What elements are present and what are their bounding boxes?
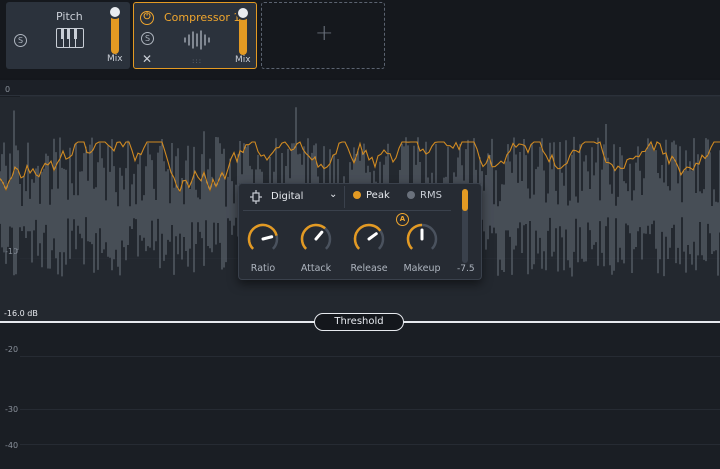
db-label: -30 (5, 405, 19, 414)
piano-keys-icon (56, 28, 84, 48)
peak-radio-icon (353, 191, 361, 199)
knob-label-release: Release (350, 263, 388, 274)
compressor-waveform-icon (184, 30, 210, 50)
db-label: 0 (5, 85, 11, 94)
gridline (20, 356, 720, 357)
peak-label: Peak (366, 190, 390, 201)
rms-option[interactable]: RMS (407, 190, 442, 201)
plus-icon: + (315, 21, 334, 46)
pitch-mix-slider[interactable] (108, 5, 122, 54)
gain-reduction-value: -7.5 (457, 264, 475, 274)
rms-label: RMS (420, 190, 442, 201)
gridline (20, 444, 720, 445)
threshold-value: -16.0 dB (4, 309, 38, 318)
rms-radio-icon (407, 191, 415, 199)
module-compressor[interactable]: ⏻ Compressor 1 S ✕ ::: Mix (133, 2, 257, 69)
mode-dropdown[interactable]: Digital ⌄ (243, 186, 343, 208)
mode-dropdown-value: Digital (271, 191, 304, 202)
compressor-drag-handle[interactable]: ::: (192, 57, 202, 65)
knob-label-attack: Attack (300, 263, 332, 274)
divider (344, 186, 345, 208)
add-module-slot[interactable]: + (261, 2, 385, 69)
pitch-mix-label: Mix (107, 54, 123, 64)
knob-attack[interactable] (299, 222, 333, 256)
close-icon[interactable]: ✕ (142, 52, 152, 66)
db-label: -20 (5, 345, 19, 354)
knob-label-ratio: Ratio (250, 263, 276, 274)
digital-mode-icon (250, 190, 262, 204)
gridline (20, 409, 720, 410)
divider (243, 210, 451, 211)
power-icon[interactable]: ⏻ (140, 11, 154, 25)
knob-ratio[interactable] (246, 222, 280, 256)
gain-reduction-meter (462, 189, 468, 263)
peak-option[interactable]: Peak (353, 190, 390, 201)
gain-reduction-meter-fill (462, 189, 468, 211)
db-label: -40 (5, 441, 19, 450)
pitch-solo-button[interactable]: S (14, 34, 27, 47)
compressor-controls-panel: Digital ⌄ Peak RMS A Ratio Attack Release M… (238, 183, 482, 280)
chevron-down-icon: ⌄ (329, 189, 338, 200)
module-compressor-title: Compressor 1 (164, 11, 241, 24)
compressor-solo-button[interactable]: S (141, 32, 154, 45)
module-strip: Pitch S Mix ⏻ Compressor 1 S ✕ ::: Mix + (0, 0, 720, 78)
graph-header (0, 80, 720, 96)
compressor-mix-slider[interactable] (236, 6, 250, 55)
compressor-mix-label: Mix (235, 55, 251, 65)
compressor-mix-slider-handle[interactable] (236, 6, 250, 20)
module-pitch[interactable]: Pitch S Mix (6, 2, 130, 69)
module-pitch-title: Pitch (56, 10, 83, 23)
pitch-mix-slider-handle[interactable] (108, 5, 122, 19)
knob-makeup[interactable] (405, 222, 439, 256)
threshold-handle[interactable]: Threshold (314, 313, 404, 331)
knob-label-makeup: Makeup (403, 263, 441, 274)
knob-release[interactable] (352, 222, 386, 256)
